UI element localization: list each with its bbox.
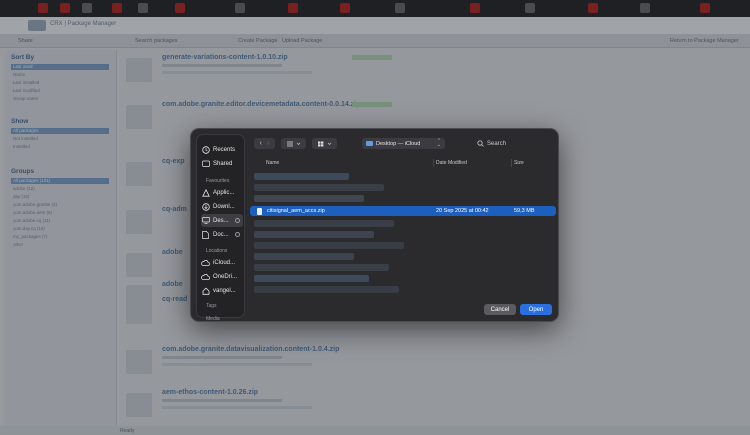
home-icon xyxy=(201,286,210,295)
icloud-status-icon xyxy=(235,218,240,223)
document-icon xyxy=(201,230,210,239)
list-view-button[interactable] xyxy=(281,138,306,149)
browser-tab[interactable] xyxy=(395,3,405,13)
list-view-icon xyxy=(286,141,300,146)
download-icon xyxy=(201,202,210,211)
browser-tab[interactable] xyxy=(525,3,535,13)
location-popup[interactable]: Desktop — iCloud ⌃ ⌄ xyxy=(362,138,445,149)
sidebar-item-downloads[interactable]: Downl... xyxy=(201,200,243,213)
sidebar-item-label: Doc... xyxy=(213,231,229,238)
file-row[interactable] xyxy=(254,275,369,282)
back-icon[interactable]: ‹ xyxy=(260,140,262,147)
tags-heading: Tags xyxy=(206,303,217,309)
sidebar-item-applications[interactable]: Applic... xyxy=(201,186,243,199)
search-icon xyxy=(477,140,484,147)
sidebar-item-icloud[interactable]: iCloud... xyxy=(201,256,243,269)
cancel-button[interactable]: Cancel xyxy=(484,304,516,315)
column-separator xyxy=(511,159,512,167)
dialog-sidebar: Recents Shared Favourites Applic... Down… xyxy=(196,134,245,322)
browser-tab[interactable] xyxy=(700,3,710,13)
sidebar-item-recents[interactable]: Recents xyxy=(201,143,243,156)
sidebar-item-shared[interactable]: Shared xyxy=(201,157,243,170)
file-size: 59,3 MB xyxy=(514,208,535,214)
search-field[interactable]: Search xyxy=(477,138,537,149)
browser-tab[interactable] xyxy=(588,3,598,13)
forward-icon[interactable]: › xyxy=(267,140,269,147)
file-row[interactable] xyxy=(254,231,374,238)
clock-icon xyxy=(201,145,210,154)
browser-tab[interactable] xyxy=(235,3,245,13)
sidebar-item-label: vangel... xyxy=(213,287,236,294)
file-row[interactable] xyxy=(254,220,394,227)
browser-tab[interactable] xyxy=(175,3,185,13)
cloud-icon xyxy=(201,258,210,267)
file-row[interactable] xyxy=(254,195,364,202)
selected-file-row[interactable]: citisignal_aem_accs.zip 20 Sep 2025 at 0… xyxy=(250,206,556,216)
file-row[interactable] xyxy=(254,173,349,180)
browser-tab[interactable] xyxy=(138,3,148,13)
sidebar-item-home[interactable]: vangel... xyxy=(201,284,243,297)
icloud-status-icon xyxy=(235,232,240,237)
browser-tab[interactable] xyxy=(82,3,92,13)
browser-tab[interactable] xyxy=(288,3,298,13)
sidebar-item-label: Downl... xyxy=(213,203,235,210)
chevron-updown-icon: ⌃ ⌄ xyxy=(436,138,441,148)
file-row[interactable] xyxy=(254,184,384,191)
browser-tab[interactable] xyxy=(112,3,122,13)
browser-tab-bar xyxy=(0,0,750,17)
file-open-dialog: Recents Shared Favourites Applic... Down… xyxy=(190,128,559,322)
grid-view-icon xyxy=(317,141,331,146)
grid-view-button[interactable] xyxy=(312,138,337,149)
sidebar-item-label: Des... xyxy=(213,217,229,224)
location-label: Desktop — iCloud xyxy=(376,140,421,147)
folder-icon xyxy=(366,141,373,146)
zip-file-icon xyxy=(257,208,262,215)
column-size[interactable]: Size xyxy=(514,160,524,166)
locations-heading: Locations xyxy=(206,248,228,254)
sidebar-item-documents[interactable]: Doc... xyxy=(201,228,243,241)
desktop-icon xyxy=(201,216,210,225)
column-name[interactable]: Name xyxy=(266,160,279,166)
browser-tab[interactable] xyxy=(470,3,480,13)
file-date: 20 Sep 2025 at 00:42 xyxy=(436,208,489,214)
back-forward-buttons[interactable]: ‹ › xyxy=(254,138,275,149)
sidebar-item-onedrive[interactable]: OneDri... xyxy=(201,270,243,283)
sidebar-item-label: iCloud... xyxy=(213,259,236,266)
file-row[interactable] xyxy=(254,242,404,249)
file-row[interactable] xyxy=(254,264,389,271)
sidebar-item-desktop[interactable]: Des... xyxy=(201,214,243,227)
sidebar-item-label: OneDri... xyxy=(213,273,238,280)
browser-tab[interactable] xyxy=(60,3,70,13)
search-label: Search xyxy=(487,140,507,147)
column-date-modified[interactable]: Date Modified xyxy=(436,160,467,166)
sidebar-item-label: Recents xyxy=(213,146,236,153)
file-name: citisignal_aem_accs.zip xyxy=(267,208,325,214)
cloud-icon xyxy=(201,272,210,281)
browser-tab[interactable] xyxy=(340,3,350,13)
applications-icon xyxy=(201,188,210,197)
browser-tab[interactable] xyxy=(640,3,650,13)
file-row[interactable] xyxy=(254,253,354,260)
open-button[interactable]: Open xyxy=(520,304,552,315)
browser-tab[interactable] xyxy=(38,3,48,13)
favourites-heading: Favourites xyxy=(206,178,230,184)
sidebar-item-label: Shared xyxy=(213,160,233,167)
media-heading: Media xyxy=(206,316,220,322)
file-row[interactable] xyxy=(254,286,399,293)
sidebar-item-label: Applic... xyxy=(213,189,235,196)
column-separator xyxy=(433,159,434,167)
shared-folder-icon xyxy=(201,159,210,168)
